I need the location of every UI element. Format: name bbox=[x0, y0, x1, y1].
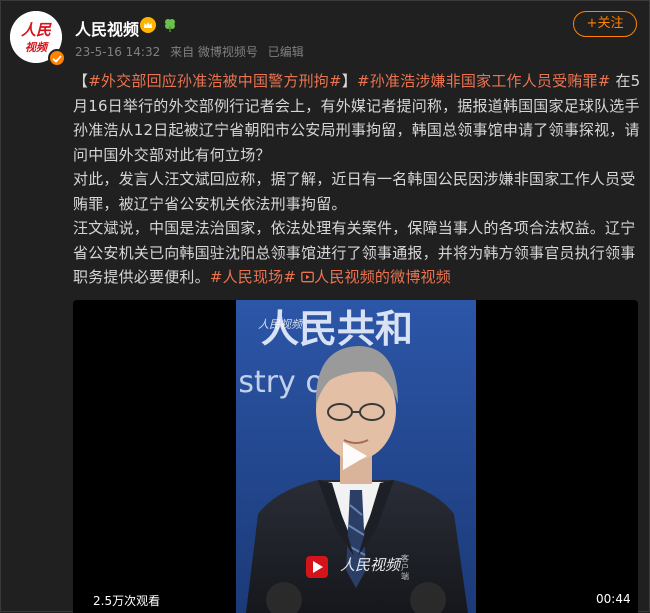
svg-text:人民视频: 人民视频 bbox=[258, 318, 304, 331]
video-link[interactable]: 人民视频的微博视频 bbox=[296, 268, 451, 286]
post-paragraph-2: 对此，发言人汪文斌回应称，据了解，近日有一名韩国公民因涉嫌非国家工作人员受贿罪，… bbox=[73, 170, 636, 213]
post-meta: 23-5-16 14:32 来自 微博视频号 已编辑 bbox=[75, 43, 310, 60]
play-icon[interactable] bbox=[335, 438, 371, 474]
topic-tag-3[interactable]: #人民现场# bbox=[210, 268, 296, 286]
edited-label[interactable]: 已编辑 bbox=[268, 45, 304, 59]
post-text: 【#外交部回应孙准浩被中国警方刑拘#】#孙准浩涉嫌非国家工作人员受贿罪# 在5月… bbox=[73, 69, 641, 290]
post-source[interactable]: 来自 微博视频号 bbox=[170, 45, 258, 59]
crown-icon[interactable] bbox=[140, 17, 156, 33]
topic-tag-2[interactable]: #孙准浩涉嫌非国家工作人员受贿罪# bbox=[357, 72, 611, 90]
video-player[interactable]: 人民共和 istry of For 人民视频 人民视频 客户端 2.5万次观看 … bbox=[73, 300, 638, 613]
follow-button[interactable]: +关注 bbox=[573, 11, 637, 37]
topic-tag-1[interactable]: #外交部回应孙准浩被中国警方刑拘# bbox=[88, 72, 342, 90]
video-watermark: 人民视频 bbox=[340, 556, 401, 574]
author-name[interactable]: 人民视频 bbox=[75, 16, 139, 40]
verified-badge-icon bbox=[48, 49, 66, 67]
video-duration: 00:44 bbox=[596, 592, 631, 606]
post-paragraph-3: 汪文斌说，中国是法治国家，依法处理有关案件，保障当事人的各项合法权益。辽宁省公安… bbox=[73, 216, 641, 290]
post-paragraph-1: 【#外交部回应孙准浩被中国警方刑拘#】#孙准浩涉嫌非国家工作人员受贿罪# 在5月… bbox=[73, 69, 641, 167]
bracket-close: 】 bbox=[341, 72, 357, 90]
video-link-icon bbox=[301, 271, 314, 283]
bracket-open: 【 bbox=[73, 72, 89, 90]
svg-text:视频: 视频 bbox=[25, 41, 49, 54]
view-count: 2.5万次观看 bbox=[93, 594, 161, 608]
post-time[interactable]: 23-5-16 14:32 bbox=[75, 45, 160, 59]
video-watermark-sub: 客户端 bbox=[401, 554, 409, 581]
leaf-icon[interactable] bbox=[162, 17, 178, 33]
svg-text:人民: 人民 bbox=[21, 21, 52, 39]
video-link-label: 人民视频的微博视频 bbox=[314, 268, 451, 286]
weibo-post-card: 人民 视频 人民视频 23-5-16 14:32 来自 微博视频号 已编辑 +关… bbox=[0, 0, 650, 613]
